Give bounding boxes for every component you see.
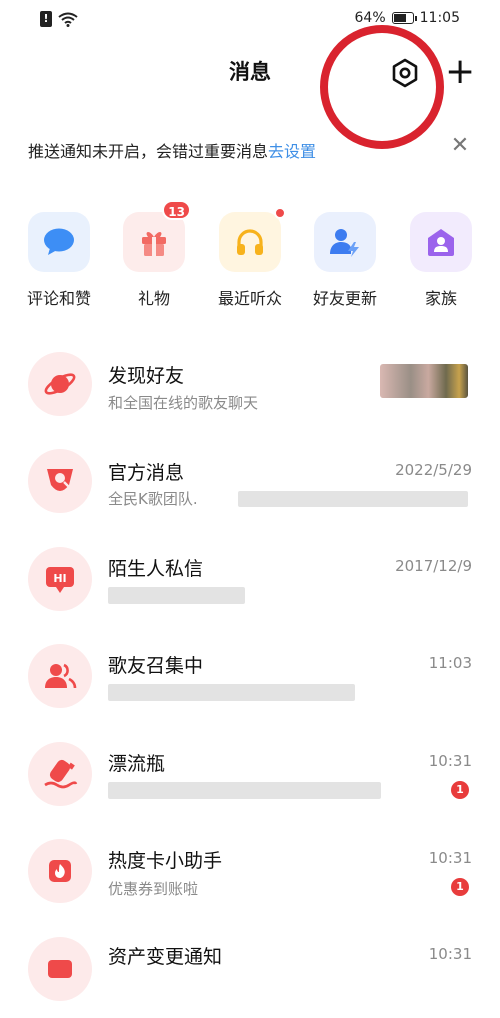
shortcut-friend-updates[interactable]: 好友更新 xyxy=(305,212,385,309)
shortcut-tile xyxy=(28,212,90,272)
asset-change-icon xyxy=(48,960,72,978)
settings-button[interactable] xyxy=(388,56,422,90)
avatar: HI xyxy=(28,547,92,611)
blurred-avatars-thumbnail xyxy=(380,364,468,398)
blurred-preview xyxy=(238,491,468,507)
list-item-stranger-dm[interactable]: HI 陌生人私信 2017/12/9 xyxy=(0,532,500,628)
list-item-title: 漂流瓶 xyxy=(108,753,166,775)
list-item-title: 发现好友 xyxy=(108,365,185,387)
wifi-icon xyxy=(58,12,78,27)
go-settings-link[interactable]: 去设置 xyxy=(268,142,316,161)
drift-bottle-icon xyxy=(44,759,78,789)
avatar xyxy=(28,742,92,806)
blurred-preview xyxy=(108,782,381,799)
heat-card-icon xyxy=(49,860,71,882)
list-item-subtitle: 优惠券到账啦 xyxy=(108,880,199,898)
svg-text:HI: HI xyxy=(53,572,66,585)
planet-icon xyxy=(44,373,76,395)
shortcut-tile xyxy=(314,212,376,272)
avatar xyxy=(28,644,92,708)
list-item-asset-change[interactable]: 资产变更通知 10:31 xyxy=(0,922,500,1018)
shortcut-label: 家族 xyxy=(424,289,457,308)
shortcut-label: 礼物 xyxy=(137,289,170,308)
shortcut-tile: 13 xyxy=(123,200,191,272)
list-item-official-messages[interactable]: 官方消息 全民K歌团队. 2022/5/29 xyxy=(0,434,500,530)
status-right: 64% 11:05 xyxy=(355,10,460,26)
list-item-time: 10:31 xyxy=(428,849,472,867)
family-house-icon xyxy=(428,229,454,256)
official-k-icon xyxy=(47,469,73,491)
list-item-title: 陌生人私信 xyxy=(108,558,204,580)
group-people-icon xyxy=(45,663,77,689)
chat-bubble-icon xyxy=(44,228,74,255)
blurred-preview xyxy=(108,684,355,701)
list-item-time: 10:31 xyxy=(428,752,472,770)
shortcut-tile xyxy=(410,212,472,272)
status-left: ! xyxy=(40,11,78,27)
add-button[interactable]: + xyxy=(445,54,475,90)
headphones-icon xyxy=(237,229,263,255)
avatar xyxy=(28,352,92,416)
list-item-title: 资产变更通知 xyxy=(108,946,223,968)
list-item-drift-bottle[interactable]: 漂流瓶 10:31 1 xyxy=(0,727,500,823)
avatar xyxy=(28,937,92,1001)
shortcut-comments-likes[interactable]: 评论和赞 xyxy=(19,212,99,309)
list-item-subtitle: 和全国在线的歌友聊天 xyxy=(108,394,259,412)
list-item-time: 2022/5/29 xyxy=(395,461,472,479)
list-item-title: 官方消息 xyxy=(108,462,185,484)
page-title: 消息 xyxy=(229,60,271,84)
unread-badge: 1 xyxy=(451,878,469,896)
list-item-time: 11:03 xyxy=(428,654,472,672)
blurred-preview xyxy=(108,587,245,604)
highlight-circle-annotation xyxy=(320,25,444,149)
list-item-title: 热度卡小助手 xyxy=(108,850,223,872)
battery-percent: 64% xyxy=(354,10,386,26)
list-item-singer-gathering[interactable]: 歌友召集中 11:03 xyxy=(0,629,500,725)
shortcut-label: 好友更新 xyxy=(312,289,377,308)
avatar xyxy=(28,449,92,513)
shortcut-tile xyxy=(219,207,286,272)
shortcut-gifts[interactable]: 13 礼物 xyxy=(114,200,194,309)
list-item-heat-card-assistant[interactable]: 热度卡小助手 优惠券到账啦 10:31 1 xyxy=(0,824,500,920)
clock: 11:05 xyxy=(419,10,460,26)
push-notice: 推送通知未开启，会错过重要消息去设置 xyxy=(28,138,316,162)
gift-icon xyxy=(142,232,166,256)
friend-update-icon xyxy=(330,229,359,257)
shortcut-recent-listeners[interactable]: 最近听众 xyxy=(210,207,290,309)
hexagon-settings-icon xyxy=(392,58,418,88)
list-item-time: 2017/12/9 xyxy=(395,557,472,575)
list-item-time: 10:31 xyxy=(428,945,472,963)
unread-badge: 1 xyxy=(451,781,469,799)
sim-alert-icon: ! xyxy=(40,11,52,27)
avatar xyxy=(28,839,92,903)
shortcut-family[interactable]: 家族 xyxy=(401,212,481,309)
new-listener-dot xyxy=(274,207,286,219)
status-bar: ! 64% 11:05 xyxy=(0,0,500,40)
battery-icon xyxy=(391,12,417,24)
list-item-title: 歌友召集中 xyxy=(108,655,204,677)
close-icon[interactable]: ✕ xyxy=(448,134,472,158)
push-notice-text: 推送通知未开启，会错过重要消息 xyxy=(28,142,269,161)
gift-count-badge: 13 xyxy=(162,200,191,220)
hi-bubble-icon: HI xyxy=(46,567,74,593)
list-item-subtitle: 全民K歌团队. xyxy=(108,490,198,508)
shortcut-label: 最近听众 xyxy=(217,289,282,308)
shortcut-label: 评论和赞 xyxy=(26,289,91,308)
